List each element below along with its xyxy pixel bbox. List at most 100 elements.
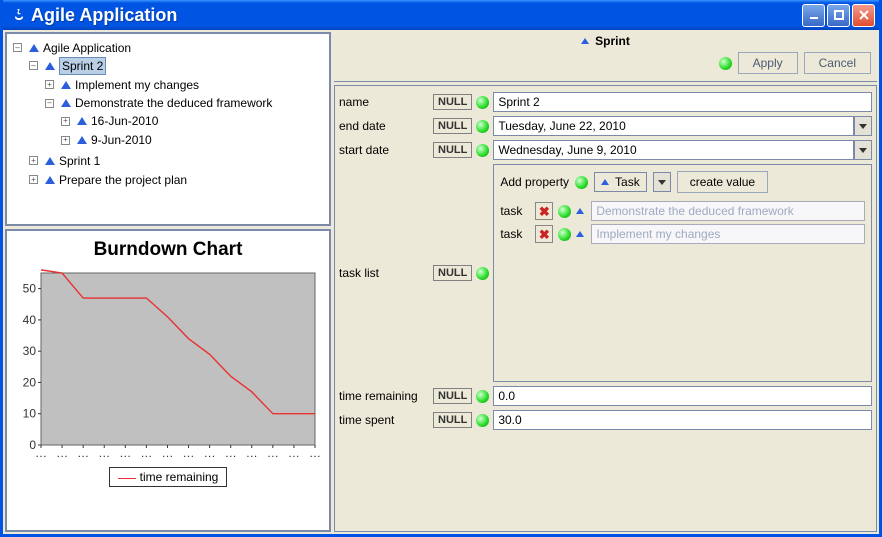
right-column: Sprint Apply Cancel name NULL end date bbox=[334, 32, 877, 532]
name-input[interactable] bbox=[493, 92, 872, 112]
create-value-button[interactable]: create value bbox=[677, 171, 768, 193]
separator bbox=[334, 81, 877, 82]
legend-swatch bbox=[118, 478, 136, 479]
close-button[interactable] bbox=[852, 4, 875, 27]
svg-text:…: … bbox=[56, 446, 68, 460]
svg-text:…: … bbox=[309, 446, 321, 460]
end-date-input[interactable] bbox=[493, 116, 854, 136]
node-icon bbox=[45, 62, 55, 70]
chevron-down-icon bbox=[658, 180, 666, 185]
start-date-input[interactable] bbox=[493, 140, 854, 160]
node-icon bbox=[45, 176, 55, 184]
tree-item[interactable]: +9-Jun-2010 bbox=[61, 132, 152, 148]
expand-icon[interactable]: – bbox=[13, 43, 22, 52]
editor-header: Sprint bbox=[334, 32, 877, 48]
tree-root[interactable]: –Agile Application bbox=[13, 40, 131, 56]
node-icon bbox=[61, 81, 71, 89]
expand-icon[interactable]: – bbox=[45, 99, 54, 108]
field-label: end date bbox=[339, 119, 429, 133]
task-row: task ✖ bbox=[500, 201, 865, 221]
tree-label: Sprint 1 bbox=[59, 153, 100, 169]
expand-icon[interactable]: + bbox=[61, 136, 70, 145]
expand-icon[interactable]: + bbox=[61, 117, 70, 126]
tree-sprint1[interactable]: + Sprint 1 bbox=[29, 153, 100, 169]
field-label: time spent bbox=[339, 413, 429, 427]
delete-task-button[interactable]: ✖ bbox=[535, 225, 553, 243]
expand-icon[interactable]: + bbox=[45, 80, 54, 89]
delete-icon: ✖ bbox=[539, 205, 550, 218]
tree-label: 9-Jun-2010 bbox=[91, 132, 152, 148]
tree-item[interactable]: +16-Jun-2010 bbox=[61, 113, 158, 129]
node-icon bbox=[45, 157, 55, 165]
delete-icon: ✖ bbox=[539, 228, 550, 241]
tree-item[interactable]: + Prepare the project plan bbox=[29, 172, 187, 188]
time-spent-input[interactable] bbox=[493, 410, 872, 430]
form-panel: name NULL end date NULL s bbox=[334, 85, 877, 532]
minimize-button[interactable] bbox=[802, 4, 825, 27]
row-time-remaining: time remaining NULL bbox=[339, 384, 872, 408]
null-button[interactable]: NULL bbox=[433, 388, 472, 404]
content-pane: –Agile Application –Sprint 2 + Implement … bbox=[3, 30, 879, 534]
tree-item[interactable]: + Implement my changes bbox=[45, 77, 199, 93]
time-remaining-input[interactable] bbox=[493, 386, 872, 406]
chart-legend: time remaining bbox=[109, 467, 228, 487]
null-button[interactable]: NULL bbox=[433, 118, 472, 134]
field-label: name bbox=[339, 95, 429, 109]
tree-label: Prepare the project plan bbox=[59, 172, 187, 188]
task-row: task ✖ bbox=[500, 224, 865, 244]
status-led-icon bbox=[476, 120, 489, 133]
null-button[interactable]: NULL bbox=[433, 142, 472, 158]
task-value[interactable] bbox=[591, 201, 865, 221]
svg-text:…: … bbox=[288, 446, 300, 460]
tree-label: Implement my changes bbox=[75, 77, 199, 93]
status-led-icon bbox=[558, 205, 571, 218]
svg-text:…: … bbox=[246, 446, 258, 460]
svg-text:…: … bbox=[183, 446, 195, 460]
apply-button[interactable]: Apply bbox=[738, 52, 798, 74]
end-date-dropdown-button[interactable] bbox=[854, 116, 872, 136]
node-icon bbox=[61, 99, 71, 107]
maximize-button[interactable] bbox=[827, 4, 850, 27]
null-button[interactable]: NULL bbox=[433, 265, 472, 281]
status-led-icon bbox=[575, 176, 588, 189]
editor-actions: Apply Cancel bbox=[334, 50, 877, 78]
task-type-combo[interactable]: Task bbox=[594, 172, 647, 192]
tree-panel[interactable]: –Agile Application –Sprint 2 + Implement … bbox=[5, 32, 331, 226]
legend-label: time remaining bbox=[140, 470, 219, 484]
null-button[interactable]: NULL bbox=[433, 412, 472, 428]
svg-text:…: … bbox=[225, 446, 237, 460]
task-list-box: Add property Task create value task ✖ bbox=[493, 164, 872, 382]
delete-task-button[interactable]: ✖ bbox=[535, 202, 553, 220]
start-date-dropdown-button[interactable] bbox=[854, 140, 872, 160]
status-led-icon bbox=[558, 228, 571, 241]
row-start-date: start date NULL bbox=[339, 138, 872, 162]
svg-text:40: 40 bbox=[23, 313, 37, 327]
chart-panel: Burndown Chart 01020304050……………………………………… bbox=[5, 229, 331, 532]
tree-label: Demonstrate the deduced framework bbox=[75, 95, 272, 111]
field-label: start date bbox=[339, 143, 429, 157]
expand-icon[interactable]: + bbox=[29, 156, 38, 165]
chevron-down-icon bbox=[859, 124, 867, 129]
java-icon bbox=[11, 7, 27, 23]
status-led-icon bbox=[719, 57, 732, 70]
task-type-dropdown-button[interactable] bbox=[653, 172, 671, 192]
tree-label: 16-Jun-2010 bbox=[91, 113, 158, 129]
titlebar[interactable]: Agile Application bbox=[3, 0, 879, 30]
svg-text:…: … bbox=[77, 446, 89, 460]
task-row-label: task bbox=[500, 204, 530, 218]
tree-sprint2[interactable]: –Sprint 2 bbox=[29, 57, 106, 75]
row-task-list: task list NULL Add property Task create … bbox=[339, 162, 872, 384]
expand-icon[interactable]: + bbox=[29, 175, 38, 184]
expand-icon[interactable]: – bbox=[29, 61, 38, 70]
svg-text:…: … bbox=[140, 446, 152, 460]
cancel-button[interactable]: Cancel bbox=[804, 52, 871, 74]
tree-item[interactable]: – Demonstrate the deduced framework bbox=[45, 95, 272, 111]
status-led-icon bbox=[476, 144, 489, 157]
status-led-icon bbox=[476, 390, 489, 403]
status-led-icon bbox=[476, 267, 489, 280]
field-label: task list bbox=[339, 266, 429, 280]
null-button[interactable]: NULL bbox=[433, 94, 472, 110]
editor-title: Sprint bbox=[595, 34, 630, 48]
node-icon bbox=[77, 117, 87, 125]
task-value[interactable] bbox=[591, 224, 865, 244]
